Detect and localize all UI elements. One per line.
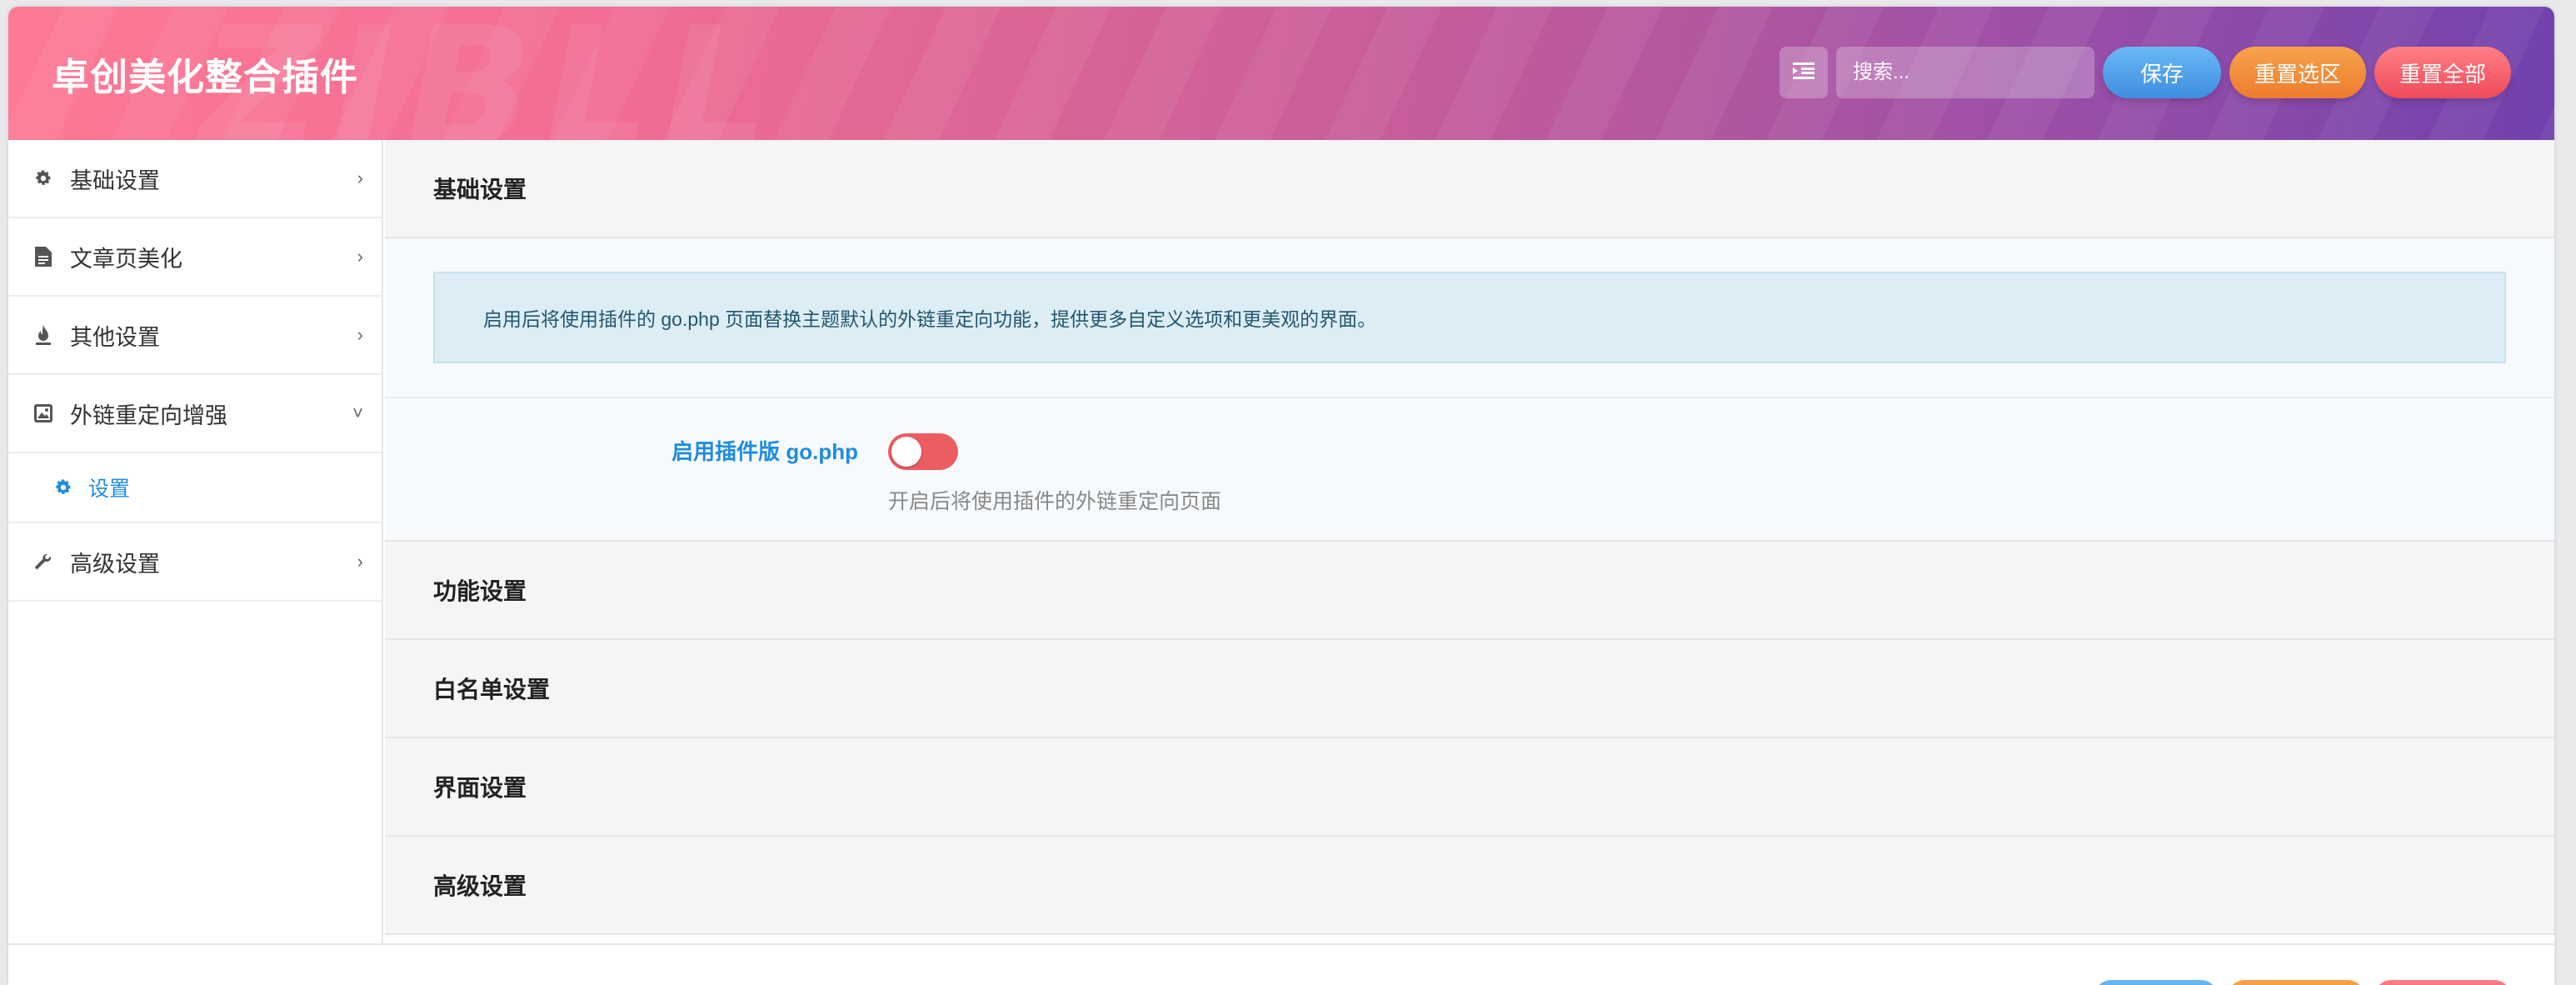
switch-knob bbox=[891, 437, 921, 467]
sidebar-item-label: 其他设置 bbox=[70, 324, 160, 350]
field-label: 启用插件版 go.php bbox=[671, 439, 858, 464]
footer bbox=[8, 943, 2554, 985]
gear-icon bbox=[53, 478, 73, 498]
footer-reset-section-button[interactable] bbox=[2228, 980, 2364, 985]
sidebar-item-label: 高级设置 bbox=[70, 551, 160, 577]
chevron-right-icon: › bbox=[357, 168, 363, 188]
section-title: 基础设置 bbox=[385, 140, 2554, 238]
notice-wrap: 启用后将使用插件的 go.php 页面替换主题默认的外链重定向功能，提供更多自定… bbox=[385, 238, 2554, 398]
accordion-interface-settings[interactable]: 界面设置 bbox=[385, 738, 2554, 837]
document-icon bbox=[33, 247, 53, 267]
footer-save-button[interactable] bbox=[2094, 980, 2218, 985]
toggle-sidebar-button[interactable] bbox=[1779, 47, 1828, 98]
info-notice: 启用后将使用插件的 go.php 页面替换主题默认的外链重定向功能，提供更多自定… bbox=[433, 272, 2506, 363]
accordion-advanced-settings[interactable]: 高级设置 bbox=[385, 837, 2554, 935]
sidebar-subitem-label: 设置 bbox=[88, 478, 131, 501]
field-enable-go-php: 启用插件版 go.php 开启后将使用插件的外链重定向页面 bbox=[385, 398, 2554, 542]
section-body: 启用后将使用插件的 go.php 页面替换主题默认的外链重定向功能，提供更多自定… bbox=[385, 238, 2554, 542]
sidebar-item-basic[interactable]: 基础设置 › bbox=[8, 140, 382, 218]
flame-icon bbox=[33, 325, 53, 345]
chevron-down-icon: ˅ bbox=[352, 402, 363, 423]
sidebar-item-label: 基础设置 bbox=[70, 168, 160, 193]
chevron-right-icon: › bbox=[357, 246, 363, 267]
gear-icon bbox=[33, 168, 53, 188]
search-input[interactable] bbox=[1835, 47, 2094, 98]
field-description: 开启后将使用插件的外链重定向页面 bbox=[888, 490, 1222, 513]
sidebar-item-article[interactable]: 文章页美化 › bbox=[8, 218, 382, 297]
sidebar-item-redirect[interactable]: 外链重定向增强 ˅ bbox=[8, 375, 382, 453]
sidebar-item-label: 外链重定向增强 bbox=[70, 402, 227, 428]
main-content: 基础设置 启用后将使用插件的 go.php 页面替换主题默认的外链重定向功能，提… bbox=[385, 140, 2554, 943]
wrench-icon bbox=[33, 552, 53, 572]
accordion-feature-settings[interactable]: 功能设置 bbox=[385, 542, 2554, 640]
reset-all-button[interactable]: 重置全部 bbox=[2374, 47, 2511, 98]
sidebar-item-other[interactable]: 其他设置 › bbox=[8, 297, 382, 375]
footer-actions bbox=[2094, 980, 2511, 985]
sidebar-item-advanced[interactable]: 高级设置 › bbox=[8, 523, 382, 602]
accordion-whitelist-settings[interactable]: 白名单设置 bbox=[385, 640, 2554, 738]
indent-icon bbox=[1792, 62, 1815, 84]
reset-section-button[interactable]: 重置选区 bbox=[2229, 47, 2366, 98]
app-title: 卓创美化整合插件 bbox=[52, 56, 359, 98]
chevron-right-icon: › bbox=[357, 324, 363, 345]
sidebar: 基础设置 › 文章页美化 › 其他设置 › 外链重定向增强 ˅ 设置 高级设置 … bbox=[8, 140, 383, 943]
footer-reset-all-button[interactable] bbox=[2374, 980, 2511, 985]
app-window: ZIBLL 卓创美化整合插件 保存 重置选区 重置全部 bbox=[8, 7, 2554, 985]
chevron-right-icon: › bbox=[357, 551, 363, 572]
sidebar-subitem-settings[interactable]: 设置 bbox=[8, 453, 382, 523]
toolbar: 保存 重置选区 重置全部 bbox=[1779, 47, 2511, 98]
enable-go-php-switch[interactable] bbox=[888, 433, 958, 470]
image-icon bbox=[33, 403, 53, 423]
header: ZIBLL 卓创美化整合插件 保存 重置选区 重置全部 bbox=[8, 7, 2554, 140]
save-button[interactable]: 保存 bbox=[2102, 47, 2221, 98]
sidebar-item-label: 文章页美化 bbox=[70, 246, 182, 272]
